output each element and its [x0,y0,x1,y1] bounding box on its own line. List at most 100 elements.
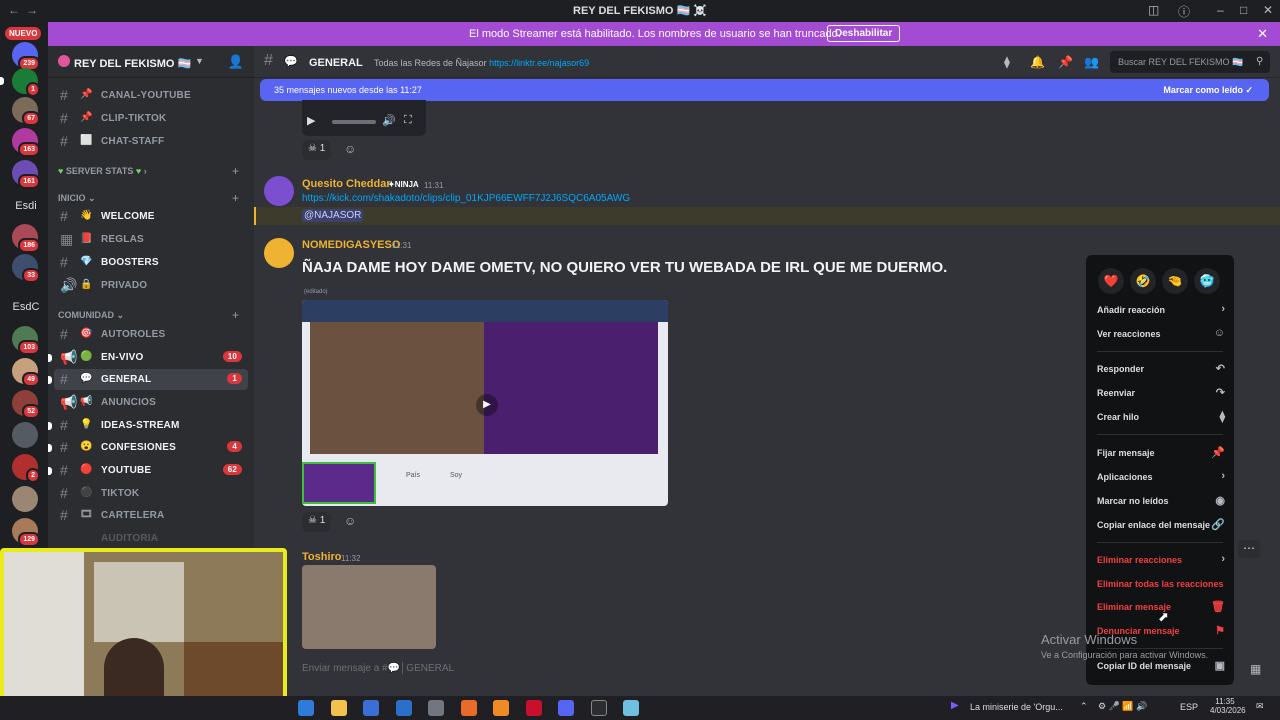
channel-item[interactable]: # 😮 CONFESIONES 4 [48,437,248,458]
channel-item[interactable]: # 🔴 YOUTUBE 62 [48,460,248,481]
server-icon[interactable]: 67 [12,97,40,126]
menu-remove-reactions[interactable]: Eliminar reacciones › [1097,551,1225,571]
category-comunidad[interactable]: COMUNIDAD ⌄ + [58,308,239,322]
folder-icon[interactable] [331,700,347,716]
search-input[interactable]: Buscar REY DEL FEKISMO 🏳️‍⚧️ [1110,51,1270,73]
server-icon[interactable]: 49 [12,358,40,387]
notepad-icon[interactable] [623,700,639,716]
server-icon[interactable]: 163 [12,128,40,157]
channel-item[interactable]: # 📌 CANAL-YOUTUBE [54,85,248,106]
play-icon[interactable]: ▶ [476,394,498,416]
play-icon[interactable]: ▶ [307,114,315,127]
channel-item[interactable]: # 👋 WELCOME [54,206,248,227]
message-input[interactable]: Enviar mensaje a #💬│GENERAL [302,663,454,674]
add-channel-icon[interactable]: + [232,164,239,178]
server-icon[interactable]: 103 [12,326,40,355]
author-name[interactable]: Quesito Cheddar [302,178,391,190]
channel-item[interactable]: 📢 📢 ANUNCIOS [54,392,248,413]
menu-reply[interactable]: Responder ↶ [1097,360,1225,380]
menu-remove-all-reactions[interactable]: Eliminar todas las reacciones [1097,575,1225,595]
seek-bar[interactable] [332,120,376,124]
channel-item[interactable]: # 🎞 CARTELERA [54,505,248,526]
menu-pin-message[interactable]: Fijar mensaje 📌 [1097,444,1225,464]
threads-icon[interactable]: ⧫ [1004,55,1010,69]
invite-people-icon[interactable]: 👤 [228,54,244,70]
channel-item-general[interactable]: # 💬 GENERAL 1 [48,369,248,390]
channel-item[interactable]: # 💡 IDEAS-STREAM [48,415,248,436]
pin-icon[interactable]: 📌 [1058,55,1073,69]
channel-item[interactable]: 📢 🟢 EN-VIVO 10 [48,347,248,368]
channel-item[interactable]: # ⬜ CHAT-STAFF [54,131,248,152]
server-icon[interactable]: 186 [12,224,40,253]
category-server-stats[interactable]: ♥ SERVER STATS ♥ › + [58,164,239,178]
new-unread-badge[interactable]: NUEVO [5,27,42,40]
close-window-icon[interactable]: ✕ [1263,3,1273,17]
language-indicator[interactable]: ESP [1180,702,1198,712]
minimize-icon[interactable]: – [1217,3,1224,17]
obs-icon[interactable] [591,700,607,716]
server-icon[interactable]: 161 [12,160,40,189]
avatar[interactable] [264,176,294,206]
message-image[interactable] [302,565,436,649]
clock[interactable]: 11:35 4/03/2026 [1210,697,1246,715]
media-title[interactable]: La miniserie de 'Orgu... [970,702,1063,712]
notifications-icon[interactable]: ✉ [1256,701,1264,712]
help-icon[interactable]: ⓘ [1178,3,1190,20]
store-icon[interactable] [363,700,379,716]
more-options-icon[interactable]: ⋯ [1238,540,1260,558]
add-reaction-icon[interactable]: ☺ [344,514,356,528]
server-icon[interactable]: 33 [12,254,40,283]
menu-apps[interactable]: Aplicaciones › [1097,468,1225,488]
members-icon[interactable]: 👥 [1084,55,1099,69]
opera-icon[interactable] [526,700,542,716]
server-icon[interactable]: 239 [12,42,40,71]
outlook-icon[interactable] [396,700,412,716]
channel-item[interactable]: 🔊 🔒 PRIVADO [54,275,248,296]
server-text-icon[interactable]: Esdi [4,200,48,212]
inbox-icon[interactable]: ◫ [1148,3,1159,17]
new-messages-bar[interactable]: 35 mensajes nuevos desde las 11:27 Marca… [260,79,1269,101]
server-icon[interactable] [12,486,38,512]
server-icon[interactable]: 1 [12,68,40,97]
app-launcher-icon[interactable]: ▦ [1250,662,1261,676]
server-icon[interactable]: 129 [12,518,40,547]
avatar[interactable] [264,238,294,268]
video-player[interactable]: ▶ 🔊 ⛶ [302,100,426,136]
maximize-icon[interactable]: □ [1240,3,1247,17]
menu-forward[interactable]: Reenviar ↷ [1097,384,1225,404]
mark-as-read-button[interactable]: Marcar como leído ✓ [1163,85,1253,96]
reaction-chip[interactable]: ☠ 1 [302,512,332,532]
media-play-icon[interactable]: ▶ [951,700,959,711]
add-reaction-icon[interactable]: ☺ [344,142,356,156]
channel-item[interactable]: # ⚫ TIKTOK [54,483,248,504]
channel-item[interactable]: # 💎 BOOSTERS [54,252,248,273]
quick-reaction-heart[interactable]: ❤️ [1098,268,1124,294]
server-icon[interactable] [12,422,38,448]
server-text-icon[interactable]: EsdC [4,301,48,313]
message-composer[interactable]: Enviar mensaje a #💬│GENERAL [290,653,1080,683]
tray-chevron-icon[interactable]: ⌃ [1080,701,1088,712]
menu-view-reactions[interactable]: Ver reacciones ☺ [1097,325,1225,345]
add-channel-icon[interactable]: + [232,308,239,322]
menu-copy-id[interactable]: Copiar ID del mensaje ▣ [1097,657,1225,677]
server-icon[interactable]: 2 [12,454,40,483]
topic-link[interactable]: https://linktr.ee/najasor69 [489,58,589,68]
quick-reaction-laugh[interactable]: 🤣 [1130,268,1156,294]
message-link[interactable]: https://kick.com/shakadoto/clips/clip_01… [302,193,630,204]
quick-reaction-cold[interactable]: 🥶 [1194,268,1220,294]
channel-item[interactable]: AUDITORIA [54,528,248,549]
menu-mark-unread[interactable]: Marcar no leídos ◉ [1097,492,1225,512]
menu-create-thread[interactable]: Crear hilo ⧫ [1097,408,1225,428]
author-name[interactable]: NOMEDIGASYESO [302,239,400,251]
channel-item[interactable]: # 🎯 AUTOROLES [54,324,248,345]
firefox-icon[interactable] [461,700,477,716]
add-channel-icon[interactable]: + [232,191,239,205]
user-mention[interactable]: @NAJASOR [302,209,364,222]
menu-add-reaction[interactable]: Añadir reacción › [1097,301,1225,321]
volume-icon[interactable]: 🔊 [382,114,396,127]
channel-topic[interactable]: Todas las Redes de Ñajasor https://linkt… [374,58,589,68]
edge-icon[interactable] [298,700,314,716]
category-inicio[interactable]: INICIO ⌄ + [58,191,239,205]
channel-item[interactable]: # 📌 CLIP-TIKTOK [54,108,248,129]
message-image[interactable]: ▶ País Soy [302,300,668,506]
